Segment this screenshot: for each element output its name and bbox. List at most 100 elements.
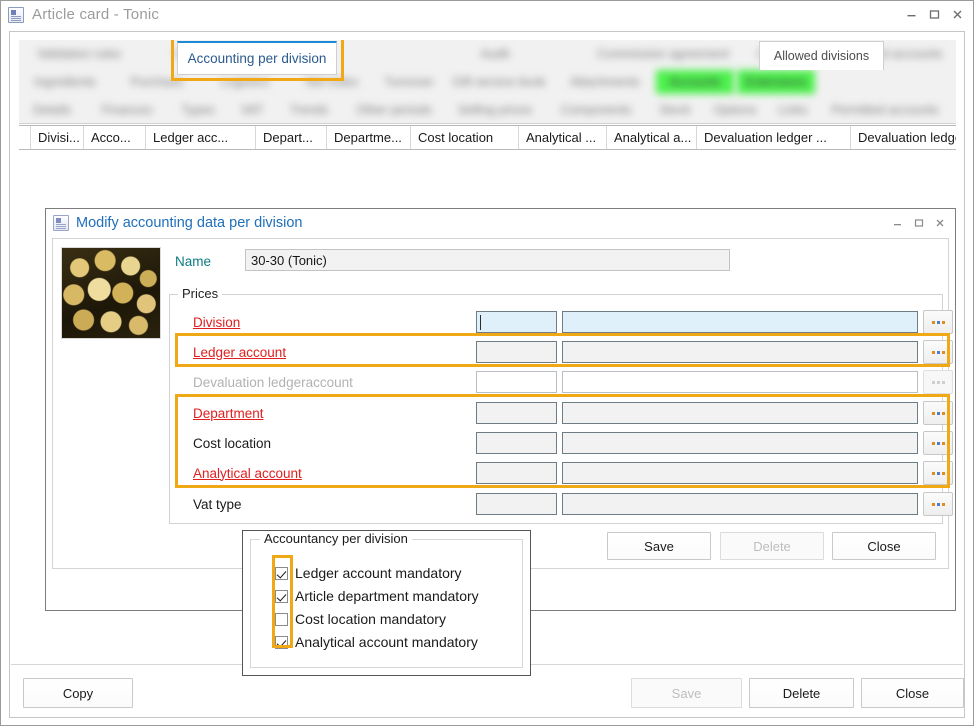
field-label-department[interactable]: Department bbox=[193, 406, 264, 421]
delete-button[interactable]: Delete bbox=[749, 678, 854, 708]
tab-blurred[interactable]: Turnover bbox=[377, 70, 441, 94]
dialog-body: Name 30-30 (Tonic) Prices Division bbox=[52, 238, 949, 569]
field-row-ledger-account: Ledger account bbox=[171, 339, 941, 365]
column-header-department-desc[interactable]: Departme... bbox=[327, 126, 411, 149]
close-icon[interactable] bbox=[947, 5, 967, 23]
name-label: Name bbox=[175, 254, 211, 269]
field-description-division[interactable] bbox=[562, 311, 918, 333]
tab-blurred-highlighted[interactable]: Extensions bbox=[737, 70, 815, 94]
tab-blurred[interactable]: Other periods bbox=[344, 98, 444, 122]
column-header-devaluation-ledger-2[interactable]: Devaluation ledge bbox=[851, 126, 956, 149]
tab-blurred[interactable]: Details bbox=[19, 98, 85, 122]
field-description-cost-location[interactable] bbox=[562, 432, 918, 454]
checkbox-row-ledger-account-mandatory[interactable]: Ledger account mandatory bbox=[275, 562, 462, 584]
checkbox-article-department-mandatory[interactable] bbox=[275, 590, 288, 603]
window-titlebar: Article card - Tonic bbox=[1, 1, 973, 28]
browse-button-devaluation-ledgeraccount bbox=[923, 370, 953, 394]
dialog-maximize-icon[interactable] bbox=[911, 215, 927, 230]
column-header-analytical[interactable]: Analytical ... bbox=[519, 126, 607, 149]
field-code-ledger-account[interactable] bbox=[476, 341, 557, 363]
tab-blurred[interactable]: Components bbox=[546, 98, 646, 122]
name-field[interactable]: 30-30 (Tonic) bbox=[245, 249, 730, 271]
tab-accounting-per-division[interactable]: Accounting per division bbox=[177, 41, 337, 75]
tab-blurred[interactable]: Audit bbox=[405, 42, 585, 66]
browse-button-vat-type[interactable] bbox=[923, 492, 953, 516]
tab-blurred[interactable]: Ingredients bbox=[19, 70, 111, 94]
text-caret bbox=[480, 315, 481, 330]
tab-blurred[interactable]: Trends bbox=[277, 98, 341, 122]
checkbox-cost-location-mandatory[interactable] bbox=[275, 613, 288, 626]
column-header-division[interactable]: Divisi... bbox=[31, 126, 84, 149]
prices-group: Prices Division Ledger account bbox=[169, 294, 943, 524]
field-label-analytical-account[interactable]: Analytical account bbox=[193, 466, 302, 481]
minimize-icon[interactable] bbox=[901, 5, 921, 23]
field-row-cost-location: Cost location bbox=[171, 430, 941, 456]
tab-blurred[interactable]: VAT bbox=[230, 98, 274, 122]
checkbox-row-article-department-mandatory[interactable]: Article department mandatory bbox=[275, 585, 479, 607]
copy-button[interactable]: Copy bbox=[23, 678, 133, 708]
window-controls bbox=[901, 5, 967, 23]
dialog-window-controls bbox=[890, 215, 948, 230]
field-description-ledger-account[interactable] bbox=[562, 341, 918, 363]
tab-blurred[interactable]: Stock bbox=[649, 98, 701, 122]
field-code-division[interactable] bbox=[476, 311, 557, 333]
article-image bbox=[61, 247, 161, 339]
column-header-analytical-account[interactable]: Analytical a... bbox=[607, 126, 697, 149]
field-label-division[interactable]: Division bbox=[193, 315, 240, 330]
checkbox-analytical-account-mandatory[interactable] bbox=[275, 636, 288, 649]
field-description-vat-type[interactable] bbox=[562, 493, 918, 515]
checkbox-ledger-account-mandatory[interactable] bbox=[275, 567, 288, 580]
tab-row-3: Details Finances Types VAT Trends Other … bbox=[19, 96, 956, 124]
tab-blurred[interactable]: Types bbox=[169, 98, 227, 122]
window-client-area: Validation rules Codes Audit Commission … bbox=[9, 31, 965, 718]
field-code-cost-location[interactable] bbox=[476, 432, 557, 454]
tab-blurred[interactable]: Validation rules bbox=[19, 42, 139, 66]
tab-blurred[interactable]: Gift service book bbox=[444, 70, 554, 94]
field-row-division: Division bbox=[171, 309, 941, 335]
browse-button-analytical-account[interactable] bbox=[923, 461, 953, 485]
tab-blurred-highlighted[interactable]: Accounts bbox=[656, 70, 734, 94]
column-header-devaluation-ledger[interactable]: Devaluation ledger ... bbox=[697, 126, 851, 149]
accountancy-group-legend: Accountancy per division bbox=[260, 531, 412, 546]
field-row-department: Department bbox=[171, 400, 941, 426]
tab-blurred[interactable]: Service bbox=[953, 98, 956, 122]
field-row-devaluation-ledgeraccount: Devaluation ledgeraccount bbox=[171, 369, 941, 395]
checkbox-row-cost-location-mandatory[interactable]: Cost location mandatory bbox=[275, 608, 446, 630]
browse-button-ledger-account[interactable] bbox=[923, 340, 953, 364]
prices-group-legend: Prices bbox=[178, 286, 222, 301]
dialog-close-button[interactable]: Close bbox=[832, 532, 936, 560]
grid-row-selector-header bbox=[19, 126, 31, 149]
field-description-department[interactable] bbox=[562, 402, 918, 424]
close-button[interactable]: Close bbox=[861, 678, 964, 708]
field-code-department[interactable] bbox=[476, 402, 557, 424]
dialog-close-icon[interactable] bbox=[932, 215, 948, 230]
field-label-ledger-account[interactable]: Ledger account bbox=[193, 345, 286, 360]
dialog-title: Modify accounting data per division bbox=[76, 215, 303, 231]
field-label-vat-type: Vat type bbox=[193, 497, 242, 512]
browse-button-department[interactable] bbox=[923, 401, 953, 425]
column-header-department[interactable]: Depart... bbox=[256, 126, 327, 149]
column-header-cost-location[interactable]: Cost location bbox=[411, 126, 519, 149]
field-code-vat-type[interactable] bbox=[476, 493, 557, 515]
tab-blurred[interactable]: Finances bbox=[88, 98, 166, 122]
checkbox-row-analytical-account-mandatory[interactable]: Analytical account mandatory bbox=[275, 631, 478, 653]
browse-button-cost-location[interactable] bbox=[923, 431, 953, 455]
article-card-icon bbox=[8, 7, 24, 23]
tab-blurred[interactable]: Commission agreement bbox=[588, 42, 738, 66]
dialog-save-button[interactable]: Save bbox=[607, 532, 711, 560]
maximize-icon[interactable] bbox=[924, 5, 944, 23]
column-header-account[interactable]: Acco... bbox=[84, 126, 146, 149]
browse-button-division[interactable] bbox=[923, 310, 953, 334]
tab-blurred[interactable]: Selling prices bbox=[447, 98, 543, 122]
save-button: Save bbox=[631, 678, 742, 708]
tab-blurred[interactable]: Options bbox=[704, 98, 766, 122]
tab-blurred[interactable]: Links bbox=[769, 98, 817, 122]
column-header-ledger-account[interactable]: Ledger acc... bbox=[146, 126, 256, 149]
tab-blurred[interactable]: Attachments bbox=[557, 70, 653, 94]
field-description-analytical-account[interactable] bbox=[562, 462, 918, 484]
dialog-minimize-icon[interactable] bbox=[890, 215, 906, 230]
tab-blurred[interactable]: Permitted accounts bbox=[820, 98, 950, 122]
field-code-analytical-account[interactable] bbox=[476, 462, 557, 484]
checkbox-label-cost-location-mandatory: Cost location mandatory bbox=[295, 611, 446, 627]
tab-allowed-divisions[interactable]: Allowed divisions bbox=[759, 41, 884, 70]
